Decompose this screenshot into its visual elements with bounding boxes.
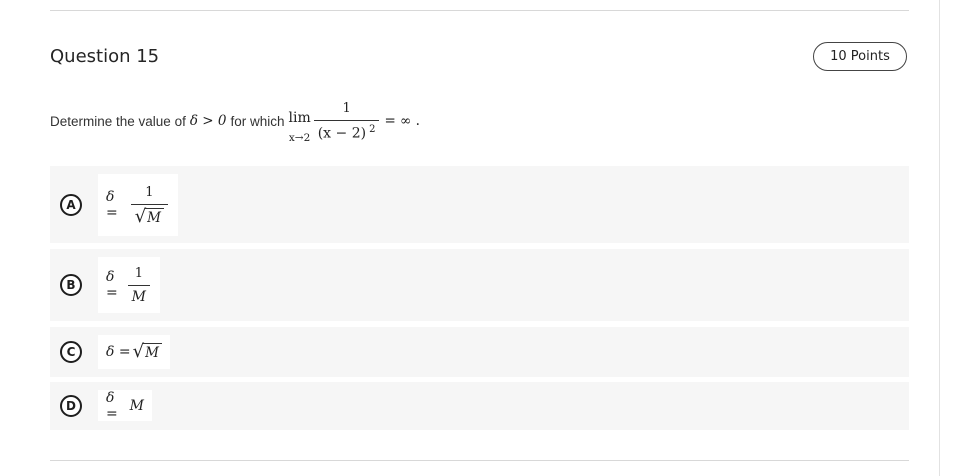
- option-b-lhs: δ =: [106, 269, 118, 301]
- option-d-formula: δ = M: [98, 389, 152, 422]
- option-letter-a[interactable]: A: [60, 194, 82, 216]
- option-b-numerator: 1: [134, 265, 143, 281]
- lim-word: lim: [288, 110, 311, 126]
- option-a-sqrt: √ M: [135, 207, 164, 226]
- option-a-radicand: M: [145, 207, 164, 226]
- limit-fraction: 1 (x − 2) 2: [313, 100, 380, 142]
- limit-result: = ∞ .: [384, 113, 420, 129]
- limit-numerator: 1: [342, 100, 351, 116]
- option-a-denominator: √ M: [130, 203, 168, 226]
- limit-operator: lim x→2: [288, 110, 310, 144]
- option-c-formula: δ = √ M: [98, 335, 170, 369]
- option-a-formula: δ = 1 √ M: [98, 174, 178, 236]
- scroll-edge: [939, 0, 940, 476]
- option-letter-c[interactable]: C: [60, 341, 82, 363]
- question-prompt: Determine the value of δ > 0 for which l…: [50, 96, 420, 146]
- option-b-fraction: 1 M: [127, 265, 150, 305]
- option-a-lhs: δ =: [106, 189, 118, 221]
- lim-subscript: x→2: [288, 132, 311, 144]
- answer-option-c[interactable]: C δ = √ M: [50, 327, 909, 377]
- bottom-divider: [50, 460, 909, 461]
- option-a-numerator: 1: [145, 184, 154, 200]
- limit-denominator-wrap: (x − 2) 2: [313, 119, 380, 142]
- answer-option-b[interactable]: B δ = 1 M: [50, 249, 909, 321]
- prompt-text: Determine the value of: [50, 113, 186, 129]
- limit-exponent: 2: [369, 123, 376, 135]
- points-badge: 10 Points: [813, 42, 907, 71]
- answer-option-a[interactable]: A δ = 1 √ M: [50, 166, 909, 243]
- question-title: Question 15: [50, 46, 160, 67]
- option-c-sqrt: √ M: [133, 343, 162, 361]
- option-d-rhs: M: [129, 397, 144, 414]
- answer-option-d[interactable]: D δ = M: [50, 382, 909, 430]
- top-divider: [50, 10, 909, 11]
- option-b-denominator: M: [127, 284, 150, 305]
- option-c-lhs: δ =: [106, 344, 131, 360]
- option-c-radicand: M: [143, 343, 162, 361]
- option-letter-b[interactable]: B: [60, 274, 82, 296]
- option-d-lhs: δ =: [106, 389, 118, 422]
- option-letter-d[interactable]: D: [60, 395, 82, 417]
- limit-denominator: (x − 2): [317, 125, 367, 142]
- option-b-formula: δ = 1 M: [98, 257, 160, 313]
- prompt-for-which: for which: [230, 113, 285, 129]
- option-a-fraction: 1 √ M: [130, 184, 168, 226]
- prompt-condition: δ > 0: [189, 113, 227, 129]
